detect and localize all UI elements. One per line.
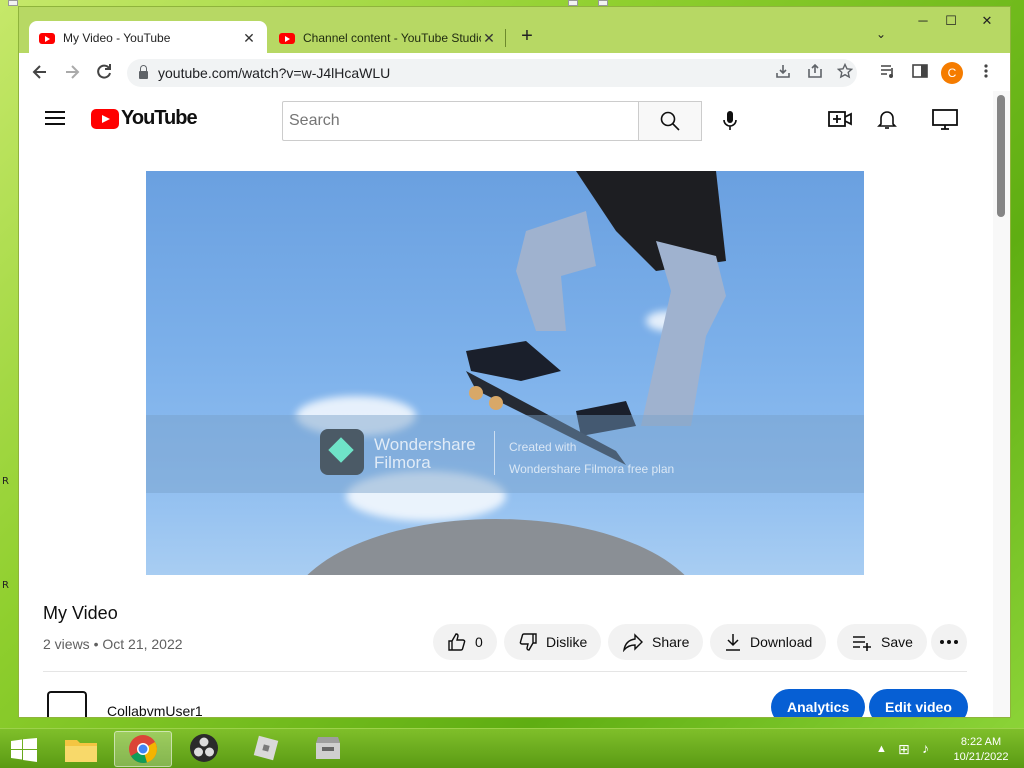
youtube-play-icon	[91, 108, 119, 129]
playlist-add-icon	[853, 636, 871, 651]
youtube-favicon-icon	[279, 32, 295, 44]
watermark-title: Wondershare Filmora	[374, 435, 476, 472]
video-player[interactable]: Wondershare Filmora Created with Wonders…	[146, 171, 864, 575]
clock-date: 10/21/2022	[953, 751, 1009, 763]
more-horizontal-icon	[940, 640, 958, 644]
thumbs-up-icon	[448, 633, 466, 651]
cast-device-icon[interactable]	[931, 107, 958, 131]
tab-title: Channel content - YouTube Studio	[303, 31, 481, 45]
create-video-icon[interactable]	[827, 107, 853, 131]
clock-time: 8:22 AM	[960, 736, 1002, 748]
search-input[interactable]	[282, 101, 639, 141]
youtube-logo-text: YouTube	[121, 107, 198, 129]
maximize-button[interactable]: ☐	[939, 13, 963, 29]
youtube-header: YouTube	[19, 91, 993, 147]
close-window-button[interactable]: ✕	[975, 13, 999, 29]
share-button[interactable]: Share	[608, 624, 704, 660]
download-button[interactable]: Download	[710, 624, 827, 660]
back-arrow-icon[interactable]	[29, 62, 51, 84]
tab-strip: My Video - YouTube ✕ Channel content - Y…	[19, 7, 1010, 55]
archive-app-icon	[316, 737, 340, 759]
volume-icon[interactable]: ♪	[922, 740, 929, 756]
browser-window: My Video - YouTube ✕ Channel content - Y…	[18, 6, 1011, 718]
taskbar-roblox[interactable]	[238, 731, 296, 767]
page-content: YouTube Search Wondershare Filmora Creat…	[19, 91, 993, 717]
browser-toolbar: youtube.com/watch?v=w-J4lHcaWLU C	[19, 53, 1010, 91]
save-label: Save	[881, 634, 913, 650]
dislike-label: Dislike	[546, 634, 588, 650]
save-button[interactable]: Save	[837, 624, 927, 660]
url-text: youtube.com/watch?v=w-J4lHcaWLU	[158, 65, 391, 81]
channel-avatar[interactable]	[47, 691, 87, 717]
network-icon[interactable]: ⊞	[898, 741, 910, 758]
notifications-bell-icon[interactable]	[875, 107, 901, 131]
taskbar-chrome[interactable]	[114, 731, 172, 767]
more-actions-button[interactable]	[931, 624, 967, 660]
install-app-icon[interactable]	[773, 63, 793, 82]
tab-search-chevron-icon[interactable]: ⌄	[876, 27, 886, 41]
video-title: My Video	[43, 603, 118, 623]
taskbar-obs[interactable]	[176, 731, 234, 767]
chrome-icon	[129, 735, 157, 764]
forward-arrow-icon[interactable]	[61, 62, 83, 84]
hamburger-menu-icon[interactable]	[45, 111, 65, 125]
roblox-icon	[253, 735, 279, 761]
tab-my-video[interactable]: My Video - YouTube ✕	[29, 21, 267, 55]
address-bar[interactable]: youtube.com/watch?v=w-J4lHcaWLU	[127, 59, 857, 87]
watermark-band	[146, 415, 864, 493]
new-tab-button[interactable]: +	[515, 25, 539, 49]
reload-icon[interactable]	[93, 62, 115, 84]
taskbar-file-explorer[interactable]	[52, 731, 110, 767]
search-icon	[660, 111, 680, 131]
bookmark-star-icon[interactable]	[835, 62, 855, 82]
skateboarder-figure	[466, 171, 726, 465]
desktop-icon-label: R	[2, 476, 9, 487]
share-arrow-icon	[622, 633, 643, 652]
side-panel-icon[interactable]	[909, 62, 931, 84]
search-button[interactable]	[638, 101, 702, 141]
channel-name[interactable]: CollabvmUser1	[107, 703, 203, 717]
video-meta: 2 views • Oct 21, 2022	[43, 636, 183, 652]
lock-icon	[139, 65, 148, 79]
watermark-divider	[494, 431, 495, 475]
taskbar: ▲ ⊞ ♪ 8:22 AM 10/21/2022	[0, 728, 1024, 768]
profile-avatar[interactable]: C	[941, 62, 963, 84]
filmora-logo-icon	[320, 429, 364, 475]
microphone-icon[interactable]	[719, 109, 741, 133]
media-queue-icon[interactable]	[877, 62, 899, 84]
thumbs-down-icon	[519, 633, 537, 651]
system-clock[interactable]: 8:22 AM 10/21/2022	[946, 735, 1016, 765]
minimize-button[interactable]: ─	[911, 13, 935, 28]
scrollbar-thumb[interactable]	[997, 95, 1005, 217]
analytics-button[interactable]: Analytics	[771, 689, 866, 717]
desktop-window-fragment	[8, 0, 18, 6]
taskbar-app[interactable]	[300, 731, 358, 767]
download-icon	[726, 634, 740, 651]
like-count: 0	[475, 634, 483, 650]
tab-close-button[interactable]: ✕	[241, 30, 257, 47]
share-label: Share	[652, 634, 690, 650]
section-divider	[43, 671, 967, 672]
menu-kebab-icon[interactable]	[975, 62, 997, 84]
share-icon[interactable]	[805, 63, 825, 82]
tray-expand-chevron-icon[interactable]: ▲	[876, 743, 887, 755]
edit-video-button[interactable]: Edit video	[869, 689, 968, 717]
download-label: Download	[750, 634, 813, 650]
youtube-logo[interactable]: YouTube	[91, 107, 198, 130]
youtube-favicon-icon	[39, 32, 55, 44]
tab-close-button[interactable]: ✕	[481, 30, 497, 47]
watermark-subtitle: Created with Wondershare Filmora free pl…	[509, 440, 675, 476]
tab-channel-content[interactable]: Channel content - YouTube Studio ✕	[269, 21, 507, 55]
desktop-icon-label: R	[2, 580, 9, 591]
windows-start-icon[interactable]	[10, 738, 38, 762]
page-scrollbar[interactable]	[993, 91, 1010, 717]
folder-icon	[65, 740, 97, 762]
like-button[interactable]: 0	[433, 624, 497, 660]
tab-title: My Video - YouTube	[63, 31, 171, 45]
obs-icon	[190, 734, 218, 762]
dislike-button[interactable]: Dislike	[504, 624, 602, 660]
tab-separator	[505, 29, 506, 47]
